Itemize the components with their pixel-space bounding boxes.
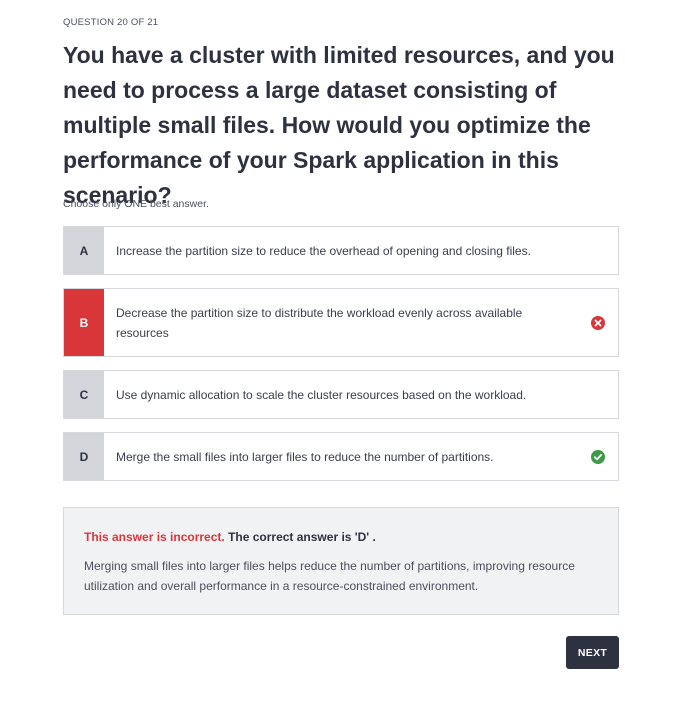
option-text: Use dynamic allocation to scale the clus… [116, 387, 527, 402]
next-button[interactable]: NEXT [566, 636, 619, 669]
option-a[interactable]: A Increase the partition size to reduce … [63, 226, 619, 275]
check-circle-icon [578, 433, 618, 480]
instruction-text: Choose only ONE best answer. [63, 198, 209, 210]
option-letter: C [64, 371, 104, 418]
option-letter: B [64, 289, 104, 356]
feedback-status: This answer is incorrect. The correct an… [84, 530, 598, 544]
feedback-box: This answer is incorrect. The correct an… [63, 507, 619, 615]
incorrect-label: This answer is incorrect. [84, 530, 225, 544]
option-text: Decrease the partition size to distribut… [116, 305, 523, 340]
option-text: Merge the small files into larger files … [116, 449, 494, 464]
feedback-explanation: Merging small files into larger files he… [84, 559, 575, 593]
option-d[interactable]: D Merge the small files into larger file… [63, 432, 619, 481]
option-c[interactable]: C Use dynamic allocation to scale the cl… [63, 370, 619, 419]
option-b[interactable]: B Decrease the partition size to distrib… [63, 288, 619, 357]
error-circle-icon [578, 289, 618, 356]
option-text: Increase the partition size to reduce th… [116, 243, 531, 258]
option-letter: D [64, 433, 104, 480]
question-counter: QUESTION 20 OF 21 [63, 17, 159, 28]
question-text: You have a cluster with limited resource… [63, 42, 615, 208]
option-letter: A [64, 227, 104, 274]
correct-answer-label: The correct answer is 'D' . [228, 530, 376, 544]
